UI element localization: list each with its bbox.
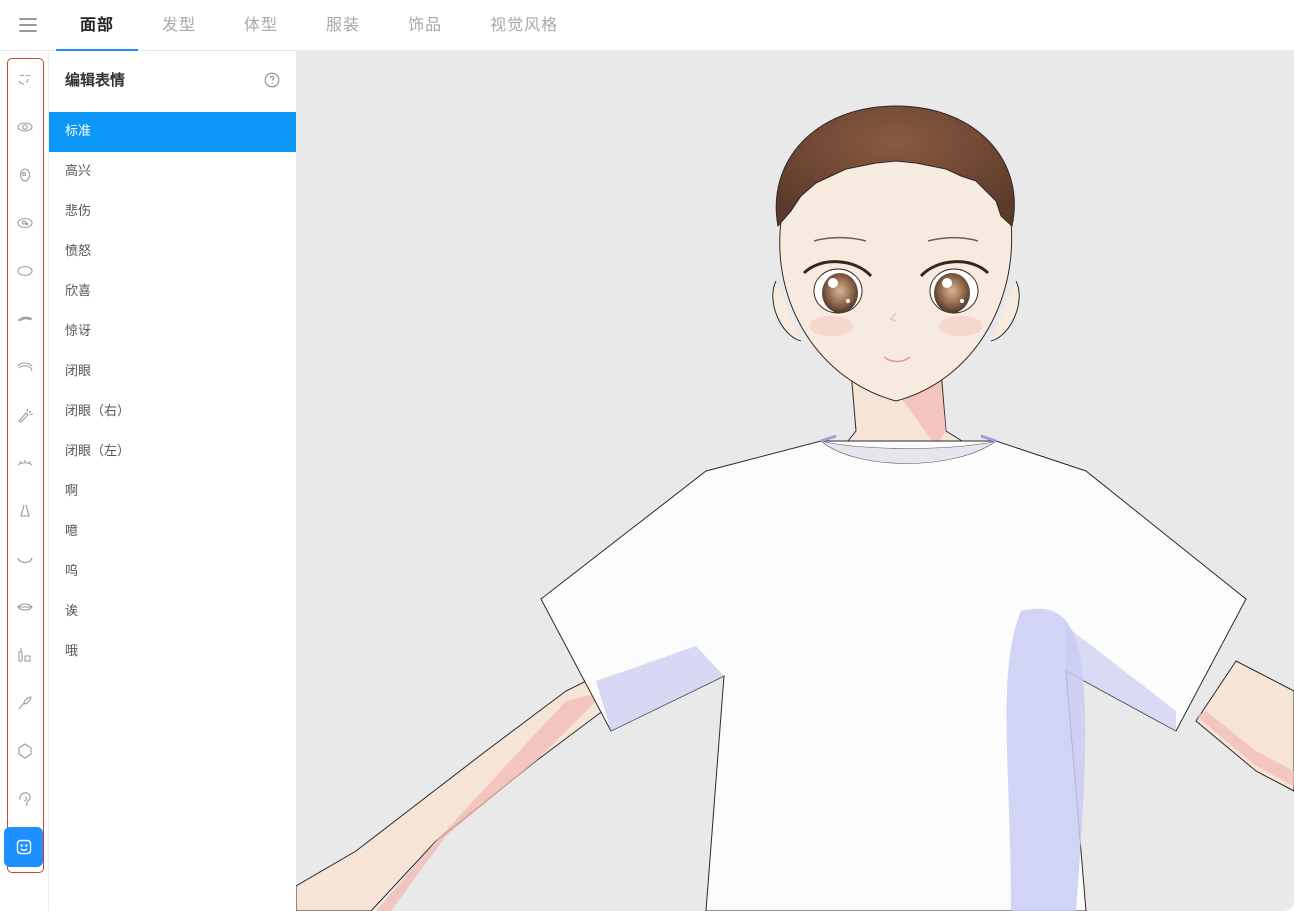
expression-item-eye-closed-right[interactable]: 闭眼（右） xyxy=(49,392,296,432)
expression-list: 标准 高兴 悲伤 愤怒 欣喜 惊讶 闭眼 闭眼（右） 闭眼（左） 啊 噫 呜 诶… xyxy=(49,112,296,672)
expression-icon[interactable] xyxy=(4,827,43,867)
face-outline-icon[interactable] xyxy=(12,738,38,764)
tab-accessories[interactable]: 饰品 xyxy=(384,0,466,51)
expression-panel: 编辑表情 标准 高兴 悲伤 愤怒 欣喜 惊讶 闭眼 闭眼（右） 闭眼（左） 啊 … xyxy=(49,51,296,911)
eye-white-icon[interactable] xyxy=(12,258,38,284)
eye-highlight-icon[interactable] xyxy=(12,210,38,236)
category-tabs: 面部 发型 体型 服装 饰品 视觉风格 xyxy=(56,0,582,52)
expression-item-sad[interactable]: 悲伤 xyxy=(49,192,296,232)
expression-item-u[interactable]: 呜 xyxy=(49,552,296,592)
eyelash-upper-icon[interactable] xyxy=(12,354,38,380)
expression-item-eye-closed-left[interactable]: 闭眼（左） xyxy=(49,432,296,472)
expression-item-a[interactable]: 啊 xyxy=(49,472,296,512)
nose-icon[interactable] xyxy=(12,498,38,524)
eye-icon[interactable] xyxy=(12,114,38,140)
head xyxy=(772,105,1020,402)
expression-item-eyes-closed[interactable]: 闭眼 xyxy=(49,352,296,392)
face-part-rail xyxy=(0,51,49,911)
menu-icon[interactable] xyxy=(19,18,37,32)
expression-item-standard[interactable]: 标准 xyxy=(49,112,296,152)
tab-body[interactable]: 体型 xyxy=(220,0,302,51)
tab-clothing[interactable]: 服装 xyxy=(302,0,384,51)
makeup-brush-icon[interactable] xyxy=(12,690,38,716)
expression-item-i[interactable]: 噫 xyxy=(49,512,296,552)
expression-item-e[interactable]: 诶 xyxy=(49,592,296,632)
eyelash-lower-icon[interactable] xyxy=(12,450,38,476)
t-shirt xyxy=(540,434,1247,911)
avatar-model xyxy=(296,105,1294,911)
tab-face[interactable]: 面部 xyxy=(56,0,139,52)
top-bar: 面部 发型 体型 服装 饰品 视觉风格 xyxy=(0,0,1294,52)
left-arm xyxy=(296,660,627,911)
expression-item-joy[interactable]: 欣喜 xyxy=(49,272,296,312)
eyelash-icon[interactable] xyxy=(12,402,38,428)
face-shape-icon[interactable] xyxy=(12,66,38,92)
avatar-3d-viewport[interactable] xyxy=(296,51,1294,911)
tab-visual-style[interactable]: 视觉风格 xyxy=(466,0,582,51)
expression-item-angry[interactable]: 愤怒 xyxy=(49,232,296,272)
expression-item-o[interactable]: 哦 xyxy=(49,632,296,672)
eyebrow-icon[interactable] xyxy=(12,306,38,332)
panel-title: 编辑表情 xyxy=(65,71,126,89)
teeth-icon[interactable] xyxy=(12,642,38,668)
ear-icon[interactable] xyxy=(12,786,38,812)
right-arm xyxy=(1195,660,1294,792)
mouth-icon[interactable] xyxy=(12,546,38,572)
expression-item-surprised[interactable]: 惊讶 xyxy=(49,312,296,352)
lips-icon[interactable] xyxy=(12,594,38,620)
tab-hair[interactable]: 发型 xyxy=(138,0,220,51)
expression-item-happy[interactable]: 高兴 xyxy=(49,152,296,192)
iris-icon[interactable] xyxy=(12,162,38,188)
help-icon[interactable] xyxy=(264,72,280,88)
